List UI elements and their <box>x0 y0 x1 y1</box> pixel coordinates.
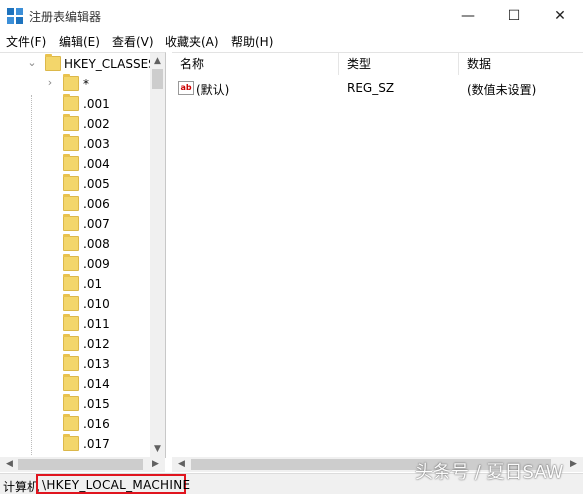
column-header-type[interactable]: 类型 <box>339 53 459 75</box>
folder-icon <box>63 414 79 431</box>
folder-icon <box>63 354 79 371</box>
minimize-button[interactable]: — <box>445 0 491 31</box>
tree-item[interactable]: .013 <box>0 354 150 374</box>
tree-item-label: .015 <box>83 397 110 411</box>
scroll-thumb[interactable] <box>18 459 143 470</box>
tree-item[interactable]: .014 <box>0 374 150 394</box>
tree-item-label: .001 <box>83 97 110 111</box>
scroll-thumb[interactable] <box>152 69 163 89</box>
tree-item-label: .007 <box>83 217 110 231</box>
scroll-left-arrow-icon[interactable]: ◀ <box>174 457 189 472</box>
menu-bar: 文件(F) 编辑(E) 查看(V) 收藏夹(A) 帮助(H) <box>0 31 583 51</box>
scroll-down-arrow-icon[interactable]: ▼ <box>150 442 165 456</box>
folder-icon <box>63 134 79 151</box>
tree-item[interactable]: .015 <box>0 394 150 414</box>
value-data: (数值未设置) <box>467 83 537 97</box>
tree-item[interactable]: .002 <box>0 114 150 134</box>
tree-item[interactable]: .010 <box>0 294 150 314</box>
tree-item[interactable]: .009 <box>0 254 150 274</box>
tree-item[interactable]: .011 <box>0 314 150 334</box>
tree-item[interactable]: .012 <box>0 334 150 354</box>
folder-icon <box>63 234 79 251</box>
chevron-right-icon[interactable]: › <box>44 76 56 90</box>
regedit-app-icon <box>7 8 23 24</box>
folder-icon <box>63 434 79 451</box>
menu-favorites[interactable]: 收藏夹(A) <box>165 33 219 50</box>
scroll-right-arrow-icon[interactable]: ▶ <box>148 457 163 472</box>
value-row-default[interactable]: ab (默认) REG_SZ (数值未设置) <box>172 77 583 97</box>
menu-help[interactable]: 帮助(H) <box>231 33 273 50</box>
tree-item-label: .014 <box>83 377 110 391</box>
folder-icon <box>63 154 79 171</box>
tree-item-label: .013 <box>83 357 110 371</box>
tree-item-label: .009 <box>83 257 110 271</box>
folder-icon <box>63 114 79 131</box>
tree-item-label: .01 <box>83 277 103 291</box>
folder-icon <box>63 294 79 311</box>
tree-item-hkey-classes-root[interactable]: ⌄ HKEY_CLASSES <box>0 54 156 74</box>
tree-item[interactable]: .017 <box>0 434 150 454</box>
tree-item[interactable]: .003 <box>0 134 150 154</box>
tree-item-label: .006 <box>83 197 110 211</box>
value-name: (默认) <box>196 83 230 97</box>
scroll-up-arrow-icon[interactable]: ▲ <box>150 54 165 68</box>
tree-item-label: .008 <box>83 237 110 251</box>
folder-icon <box>45 54 61 71</box>
folder-icon <box>63 374 79 391</box>
folder-icon <box>63 254 79 271</box>
watermark-text: 头条号 / 夏日SAW <box>415 462 564 483</box>
folder-icon <box>63 214 79 231</box>
tree-item[interactable]: .007 <box>0 214 150 234</box>
tree-item-label: .004 <box>83 157 110 171</box>
folder-icon <box>63 274 79 291</box>
menu-edit[interactable]: 编辑(E) <box>59 33 100 50</box>
string-value-icon: ab <box>178 81 194 95</box>
menu-file[interactable]: 文件(F) <box>6 33 46 50</box>
window-title: 注册表编辑器 <box>29 10 102 24</box>
folder-icon <box>63 94 79 111</box>
key-tree-pane[interactable]: ⌄ HKEY_CLASSES › * .001 .002 .003 .004 .… <box>0 52 166 458</box>
folder-icon <box>63 174 79 191</box>
column-header-data[interactable]: 数据 <box>459 53 583 75</box>
tree-item-label: .017 <box>83 437 110 451</box>
folder-icon <box>63 334 79 351</box>
folder-icon <box>63 314 79 331</box>
tree-item-label: .010 <box>83 297 110 311</box>
scroll-left-arrow-icon[interactable]: ◀ <box>2 457 17 472</box>
chevron-down-icon[interactable]: ⌄ <box>26 56 38 70</box>
column-header-name[interactable]: 名称 <box>172 53 339 75</box>
scroll-right-arrow-icon[interactable]: ▶ <box>566 457 581 472</box>
tree-item-star[interactable]: › * <box>0 74 150 94</box>
tree-item-label: .005 <box>83 177 110 191</box>
tree-item-label: .012 <box>83 337 110 351</box>
tree-item-label: .003 <box>83 137 110 151</box>
tree-horizontal-scrollbar[interactable]: ◀ ▶ <box>0 457 165 472</box>
tree-item-label: HKEY_CLASSES <box>64 57 156 71</box>
menu-view[interactable]: 查看(V) <box>112 33 154 50</box>
folder-icon <box>63 74 79 91</box>
values-pane[interactable]: 名称 类型 数据 ab (默认) REG_SZ (数值未设置) <box>172 52 583 458</box>
value-type: REG_SZ <box>347 81 395 95</box>
folder-icon <box>63 194 79 211</box>
folder-icon <box>63 394 79 411</box>
tree-item[interactable]: .004 <box>0 154 150 174</box>
tree-item[interactable]: .016 <box>0 414 150 434</box>
title-bar: 注册表编辑器 — ☐ ✕ <box>0 0 583 31</box>
tree-vertical-scrollbar[interactable]: ▲ ▼ <box>150 53 165 458</box>
tree-item[interactable]: .001 <box>0 94 150 114</box>
tree-item-label: .002 <box>83 117 110 131</box>
tree-item-label: .016 <box>83 417 110 431</box>
tree-item[interactable]: .008 <box>0 234 150 254</box>
status-prefix: 计算机 <box>3 480 40 494</box>
tree-item[interactable]: .005 <box>0 174 150 194</box>
tree-item[interactable]: .006 <box>0 194 150 214</box>
tree-item-label: .011 <box>83 317 110 331</box>
maximize-button[interactable]: ☐ <box>491 0 537 31</box>
close-button[interactable]: ✕ <box>537 0 583 31</box>
status-path[interactable]: \HKEY_LOCAL_MACHINE <box>42 478 190 492</box>
tree-item-label: * <box>83 77 89 91</box>
tree-item[interactable]: .01 <box>0 274 150 294</box>
